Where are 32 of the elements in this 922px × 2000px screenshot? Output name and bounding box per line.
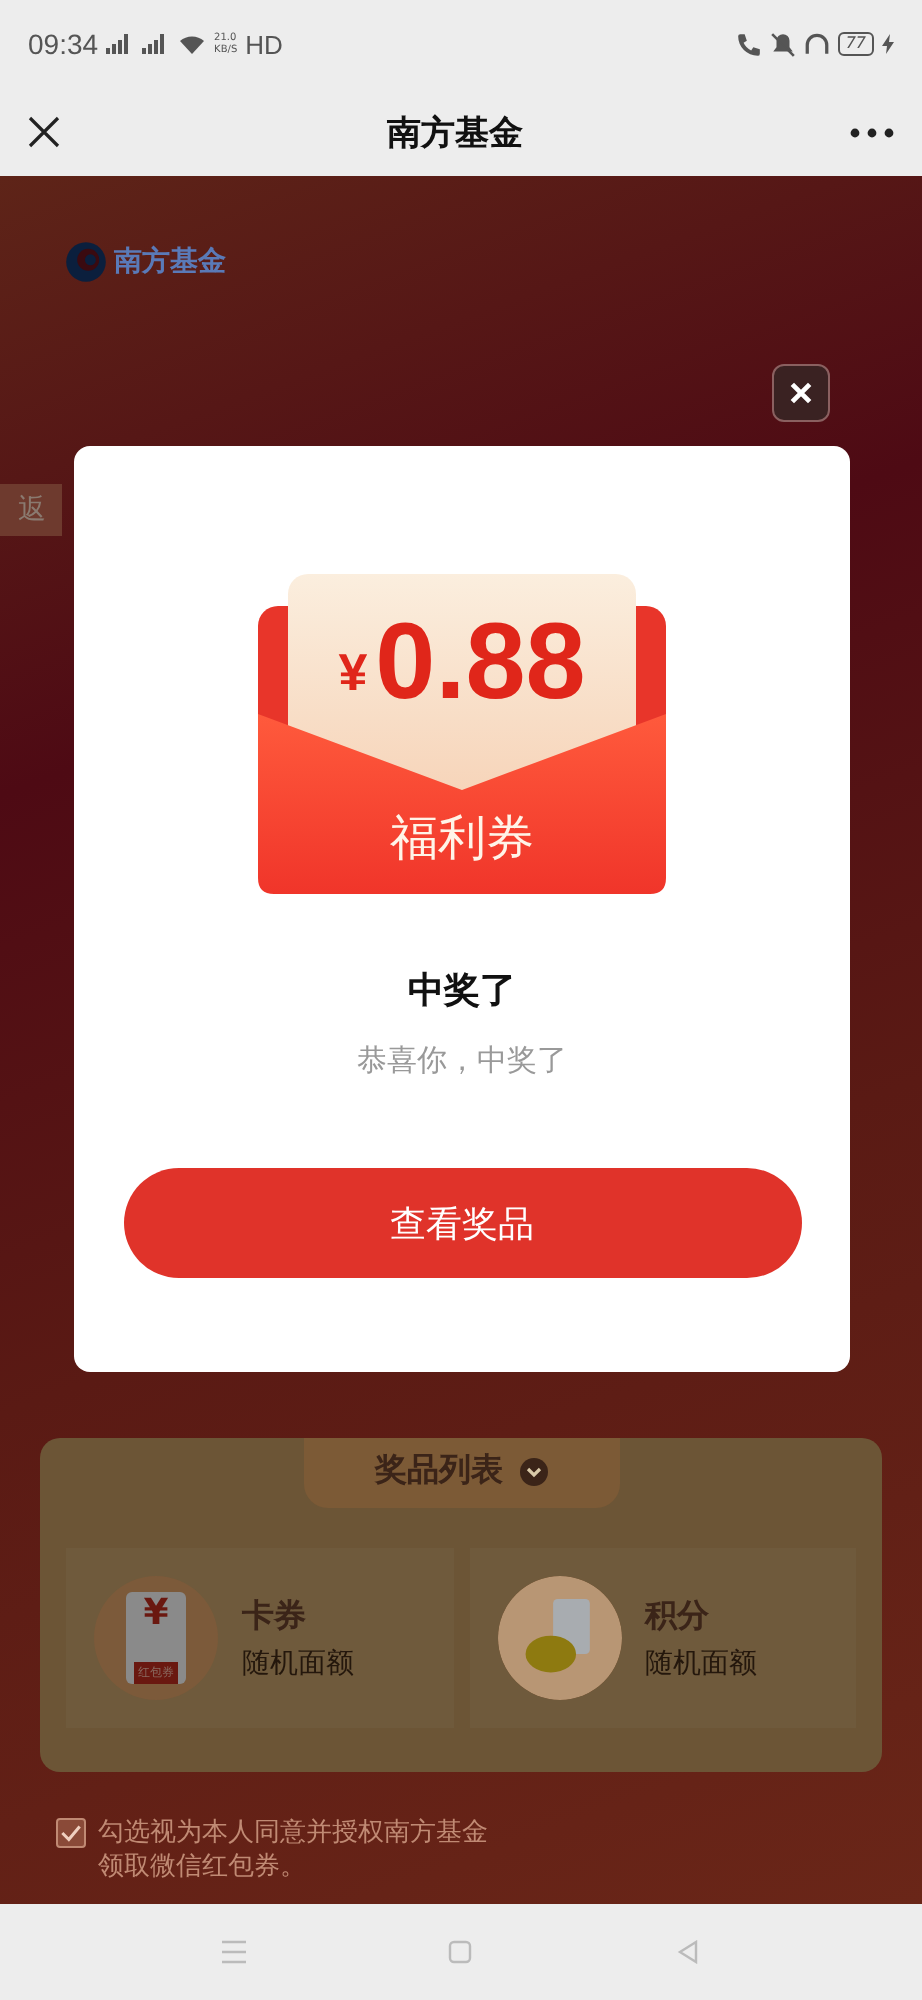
- more-icon[interactable]: [850, 127, 894, 137]
- currency-symbol: ¥: [338, 642, 368, 704]
- dialog-title: 中奖了: [408, 968, 516, 1014]
- dialog-subtitle: 恭喜你，中奖了: [357, 1042, 567, 1080]
- page-title: 南方基金: [387, 111, 523, 155]
- headphones-icon: [803, 31, 830, 57]
- prize-amount: 0.88: [375, 602, 586, 722]
- consent-checkbox[interactable]: [56, 1818, 86, 1848]
- prize-list-header[interactable]: 奖品列表: [303, 1438, 619, 1508]
- view-prize-button[interactable]: 查看奖品: [123, 1168, 801, 1278]
- mute-bell-icon: [769, 31, 796, 57]
- status-time: 09:34: [28, 28, 99, 60]
- back-tab[interactable]: 返: [0, 484, 62, 536]
- close-button[interactable]: [772, 364, 830, 422]
- close-icon: [788, 380, 814, 406]
- prize-description: 随机面额: [645, 1645, 757, 1681]
- yen-symbol: ¥: [143, 1592, 169, 1634]
- close-icon[interactable]: [28, 116, 60, 148]
- chevron-down-icon: [519, 1457, 547, 1485]
- swirl-logo-icon: [64, 240, 108, 284]
- consent-text: 领取微信红包券。: [98, 1850, 308, 1884]
- voucher-label: 福利券: [388, 808, 536, 870]
- charging-icon: [882, 34, 894, 54]
- wifi-icon: [178, 34, 207, 54]
- phone-icon: [735, 31, 762, 57]
- brand-logo-text: 南方基金: [114, 244, 226, 280]
- coin-icon: [497, 1576, 621, 1700]
- prize-list-title: 奖品列表: [375, 1450, 503, 1492]
- network-label: HD: [245, 29, 283, 59]
- prize-description: 随机面额: [242, 1645, 354, 1681]
- consent-text: 勾选视为本人同意并授权南方基金: [98, 1816, 488, 1850]
- battery-icon: 77: [837, 32, 874, 56]
